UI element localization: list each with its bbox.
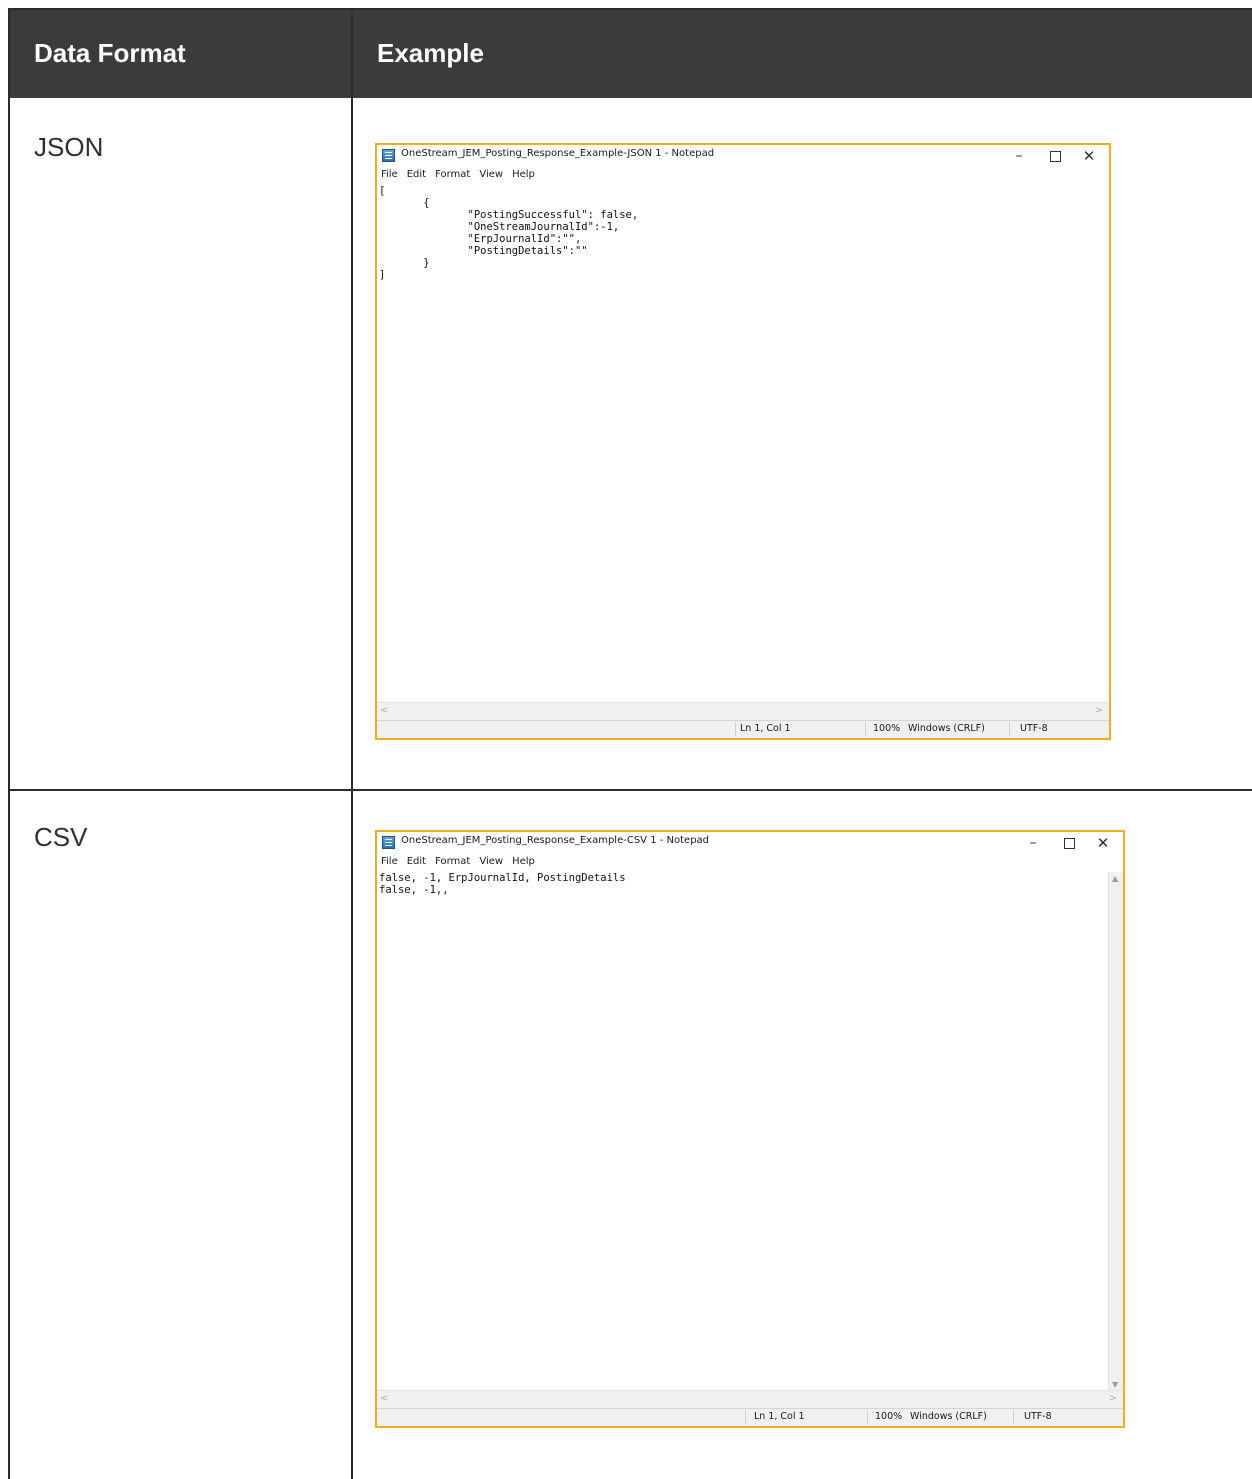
status-position: Ln 1, Col 1 (740, 723, 791, 734)
menu-edit[interactable]: Edit (407, 856, 426, 867)
scroll-left-icon[interactable]: < (380, 1393, 388, 1404)
menu-format[interactable]: Format (435, 856, 470, 867)
text-editor-area[interactable]: false, -1, ErpJournalId, PostingDetails … (379, 872, 1107, 1390)
minimize-icon[interactable]: – (1001, 146, 1037, 166)
notepad-title-bar[interactable]: OneStream_JEM_Posting_Response_Example-C… (377, 832, 1123, 854)
scroll-right-icon[interactable]: > (1095, 705, 1103, 716)
status-line-ending: Windows (CRLF) (910, 1411, 987, 1422)
menu-help[interactable]: Help (512, 169, 535, 180)
editor-content: [ { "PostingSuccessful": false, "OneStre… (379, 185, 639, 281)
horizontal-scrollbar[interactable]: < > (377, 1390, 1123, 1409)
status-bar: Ln 1, Col 1 100% Windows (CRLF) UTF-8 (377, 720, 1109, 738)
menu-file[interactable]: File (381, 856, 398, 867)
table-border-left (8, 8, 10, 1479)
vertical-scrollbar[interactable]: ▲ ▼ (1108, 872, 1123, 1391)
menu-help[interactable]: Help (512, 856, 535, 867)
menu-edit[interactable]: Edit (407, 169, 426, 180)
menu-view[interactable]: View (479, 169, 503, 180)
status-position: Ln 1, Col 1 (754, 1411, 805, 1422)
window-title: OneStream_JEM_Posting_Response_Example-C… (401, 835, 710, 846)
notepad-window-csv: OneStream_JEM_Posting_Response_Example-C… (375, 830, 1125, 1428)
status-zoom: 100% (875, 1411, 903, 1422)
horizontal-scrollbar[interactable]: < > (377, 702, 1109, 721)
notepad-title-bar[interactable]: OneStream_JEM_Posting_Response_Example-J… (377, 145, 1109, 167)
maximize-icon[interactable] (1051, 833, 1087, 853)
header-data-format: Data Format (34, 38, 186, 68)
notepad-window-json: OneStream_JEM_Posting_Response_Example-J… (375, 143, 1111, 740)
status-encoding: UTF-8 (1020, 723, 1048, 734)
menu-bar: File Edit Format View Help (381, 856, 544, 867)
menu-view[interactable]: View (479, 856, 503, 867)
format-label-csv: CSV (34, 822, 88, 852)
menu-format[interactable]: Format (435, 169, 470, 180)
table-column-divider (351, 8, 353, 1479)
status-zoom: 100% (873, 723, 901, 734)
status-line-ending: Windows (CRLF) (908, 723, 985, 734)
editor-content: false, -1, ErpJournalId, PostingDetails … (379, 872, 626, 896)
maximize-icon[interactable] (1037, 146, 1073, 166)
format-label-json: JSON (34, 132, 104, 162)
notepad-icon (382, 836, 395, 849)
text-editor-area[interactable]: [ { "PostingSuccessful": false, "OneStre… (379, 185, 1107, 702)
table-border-top (8, 8, 1252, 10)
scroll-down-icon[interactable]: ▼ (1112, 1380, 1118, 1389)
menu-bar: File Edit Format View Help (381, 169, 544, 180)
header-example: Example (377, 38, 484, 68)
status-encoding: UTF-8 (1024, 1411, 1052, 1422)
scroll-left-icon[interactable]: < (380, 705, 388, 716)
scroll-right-icon[interactable]: > (1109, 1393, 1117, 1404)
table-row-divider (8, 789, 1252, 791)
table-header (8, 8, 1252, 98)
menu-file[interactable]: File (381, 169, 398, 180)
status-bar: Ln 1, Col 1 100% Windows (CRLF) UTF-8 (377, 1408, 1123, 1426)
minimize-icon[interactable]: – (1015, 833, 1051, 853)
close-icon[interactable]: ✕ (1085, 833, 1121, 853)
notepad-icon (382, 149, 395, 162)
close-icon[interactable]: ✕ (1071, 146, 1107, 166)
window-title: OneStream_JEM_Posting_Response_Example-J… (401, 148, 715, 159)
scroll-up-icon[interactable]: ▲ (1112, 874, 1118, 883)
